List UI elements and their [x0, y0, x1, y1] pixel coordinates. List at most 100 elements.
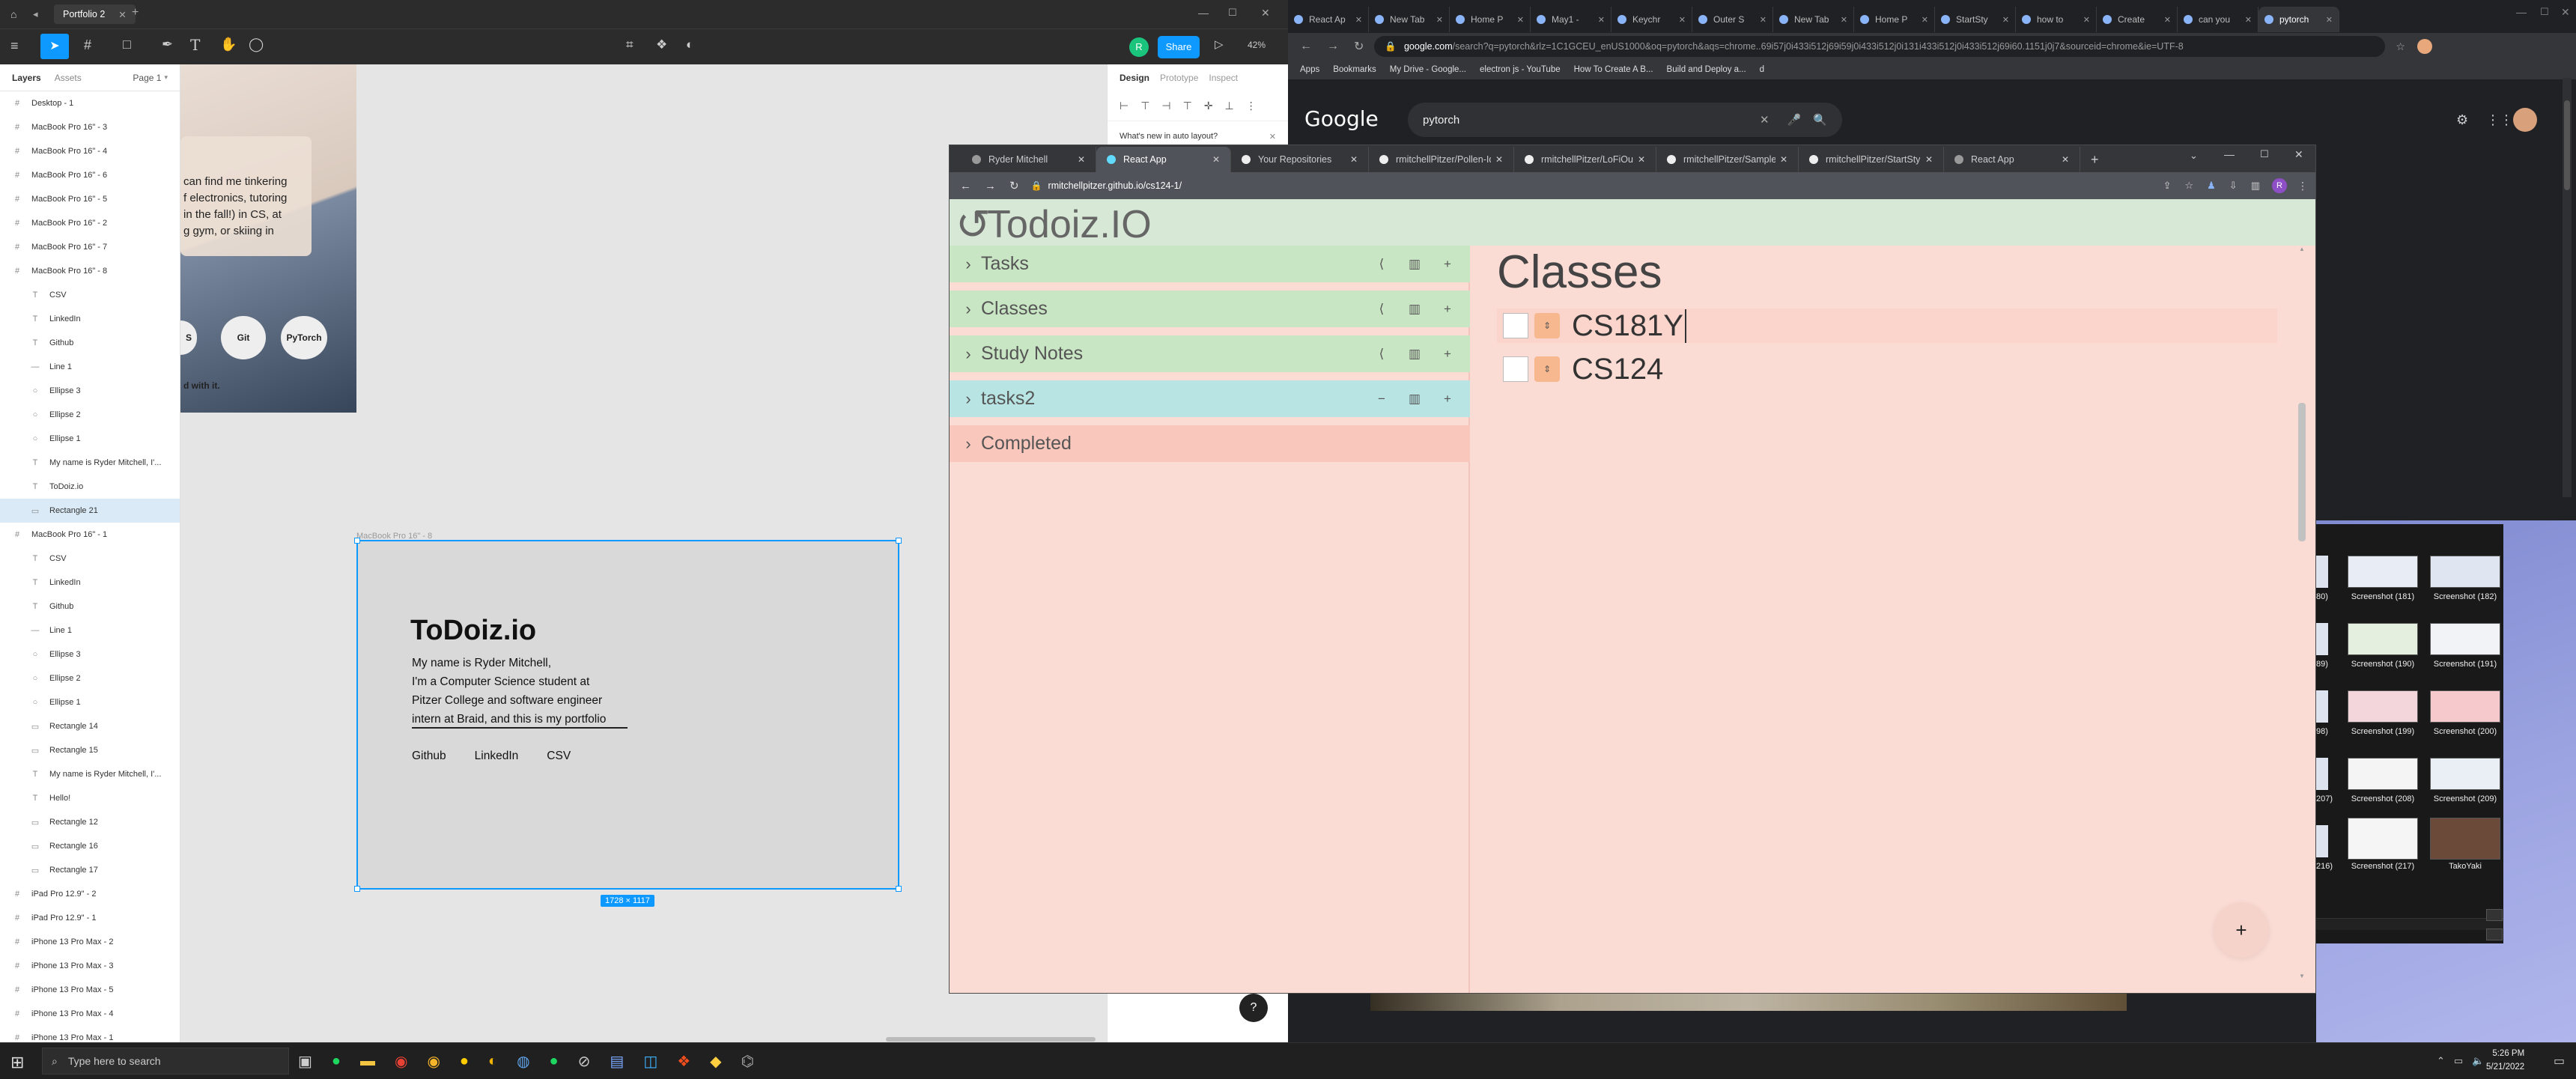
chrome-canary-icon[interactable]: ◉	[427, 1052, 440, 1071]
layer-item[interactable]: — Line 1	[0, 355, 180, 379]
google-logo[interactable]: Google	[1304, 106, 1379, 131]
close-icon[interactable]: ✕	[2002, 15, 2009, 25]
close-icon[interactable]: ✕	[1208, 154, 1220, 165]
close-window-icon[interactable]: ✕	[2294, 148, 2303, 161]
spotify-icon[interactable]: ●	[550, 1053, 559, 1070]
move-tool-icon[interactable]: ➤	[40, 34, 69, 59]
screenshot-thumbnail[interactable]	[2316, 758, 2328, 790]
layer-item[interactable]: ○ Ellipse 2	[0, 403, 180, 427]
bookmark-item[interactable]: electron js - YouTube	[1480, 65, 1561, 74]
chevron-right-icon[interactable]: ›	[956, 434, 981, 454]
back-icon[interactable]: ◂	[33, 8, 38, 20]
bookmark-star-icon[interactable]: ☆	[2396, 40, 2405, 53]
browser-tab[interactable]: rmitchellPitzer/StartSty ✕	[1799, 147, 1944, 172]
vscode-icon[interactable]: ◫	[643, 1052, 657, 1071]
layer-item[interactable]: T Github	[0, 595, 180, 618]
minimize-icon[interactable]: —	[2224, 148, 2235, 160]
layer-item[interactable]: ▭ Rectangle 21	[0, 499, 180, 523]
align-bottom-icon[interactable]: ⊥	[1225, 100, 1234, 112]
chart-icon[interactable]: ▥	[1406, 300, 1424, 318]
chevron-right-icon[interactable]: ›	[956, 344, 981, 364]
tab-layers[interactable]: Layers	[12, 73, 41, 83]
figma-icon[interactable]: ❖	[677, 1052, 690, 1071]
view-toggle-icon[interactable]	[2486, 909, 2503, 921]
layer-item[interactable]: # MacBook Pro 16" - 2	[0, 211, 180, 235]
share-icon[interactable]: ⟨	[1373, 300, 1391, 318]
browser-tab[interactable]: Ryder Mitchell ✕	[962, 147, 1096, 172]
screenshot-thumbnail[interactable]	[2430, 623, 2500, 655]
notes-icon[interactable]: ▤	[610, 1052, 624, 1071]
section-tasks2[interactable]: › tasks2 − ▥ +	[950, 380, 1470, 417]
layer-item[interactable]: T Github	[0, 331, 180, 355]
layer-item[interactable]: # MacBook Pro 16" - 3	[0, 115, 180, 139]
download-icon[interactable]: ⇩	[2229, 180, 2238, 192]
chevron-down-icon[interactable]: ▾	[164, 73, 168, 82]
align-top-icon[interactable]: ⊤	[1183, 100, 1192, 112]
plus-icon[interactable]: +	[1439, 390, 1456, 408]
layer-item[interactable]: # MacBook Pro 16" - 5	[0, 187, 180, 211]
layer-item[interactable]: T ToDoiz.io	[0, 475, 180, 499]
screenshot-thumbnail[interactable]	[2316, 623, 2328, 655]
screenshot-thumbnail[interactable]	[2430, 818, 2500, 860]
back-icon[interactable]: ←	[1300, 40, 1312, 53]
bookmark-item[interactable]: Build and Deploy a...	[1667, 65, 1746, 74]
close-window-icon[interactable]: ✕	[1261, 7, 1270, 19]
close-icon[interactable]: ✕	[1775, 154, 1787, 165]
search-icon[interactable]: 🔍	[1813, 113, 1827, 127]
layer-item[interactable]: # iPhone 13 Pro Max - 4	[0, 1002, 180, 1026]
minus-icon[interactable]: −	[1373, 390, 1391, 408]
layer-item[interactable]: # MacBook Pro 16" - 7	[0, 235, 180, 259]
screenshot-thumbnail[interactable]	[2348, 758, 2418, 790]
layer-item[interactable]: ▭ Rectangle 12	[0, 810, 180, 834]
layer-item[interactable]: # iPad Pro 12.9" - 2	[0, 882, 180, 906]
forward-icon[interactable]: →	[1327, 40, 1339, 53]
screenshot-thumbnail[interactable]	[2348, 690, 2418, 723]
page-selector[interactable]: Page 1	[133, 73, 161, 83]
item-checkbox[interactable]	[1503, 313, 1528, 338]
chevron-right-icon[interactable]: ›	[956, 255, 981, 274]
screenshot-thumbnail[interactable]	[2348, 818, 2418, 860]
close-icon[interactable]: ✕	[1491, 154, 1503, 165]
back-address-bar[interactable]: 🔒 google.com /search?q=pytorch&rlz=1C1GC…	[1374, 36, 2386, 57]
frame-tool-icon[interactable]: #	[84, 37, 91, 53]
close-window-icon[interactable]: ✕	[2561, 6, 2570, 19]
layer-item[interactable]: T CSV	[0, 547, 180, 571]
steam-icon[interactable]: ◍	[517, 1052, 529, 1071]
close-icon[interactable]: ✕	[1633, 154, 1645, 165]
close-icon[interactable]: ✕	[2164, 15, 2171, 25]
screenshot-thumbnail[interactable]	[2316, 690, 2328, 723]
share-icon[interactable]: ⟨	[1373, 255, 1391, 273]
close-icon[interactable]: ✕	[118, 9, 126, 20]
layer-item[interactable]: # iPhone 13 Pro Max - 3	[0, 954, 180, 978]
network-icon[interactable]: ▭	[2454, 1055, 2463, 1067]
plus-icon[interactable]: +	[1439, 255, 1456, 273]
explorer-scrollbar[interactable]	[2316, 918, 2503, 930]
class-item[interactable]: ⇕ CS124	[1497, 352, 2277, 386]
chart-icon[interactable]: ▥	[1406, 255, 1424, 273]
back-icon[interactable]: ←	[960, 180, 971, 192]
align-right-icon[interactable]: ⊣	[1161, 100, 1170, 112]
contrast-icon[interactable]: ◐	[686, 37, 693, 52]
section-completed[interactable]: › Completed	[950, 425, 1470, 462]
maximize-icon[interactable]: ☐	[2260, 148, 2269, 160]
help-button[interactable]: ?	[1239, 994, 1268, 1022]
layer-item[interactable]: # Desktop - 1	[0, 91, 180, 115]
browser-tab[interactable]: New Tab ✕	[1773, 7, 1854, 32]
new-tab-icon[interactable]: +	[2091, 152, 2099, 168]
chevron-right-icon[interactable]: ›	[956, 389, 981, 409]
browser-tab[interactable]: New Tab ✕	[1369, 7, 1450, 32]
priority-stepper[interactable]: ⇕	[1534, 313, 1560, 338]
app-scrollbar[interactable]: ▲ ▼	[2297, 246, 2307, 979]
spotify-icon[interactable]: ●	[332, 1053, 341, 1070]
close-icon[interactable]: ✕	[1841, 15, 1847, 25]
minimize-icon[interactable]: —	[1198, 7, 1209, 19]
component-icon[interactable]: ❖	[656, 37, 667, 52]
close-icon[interactable]: ✕	[2083, 15, 2090, 25]
close-icon[interactable]: ✕	[1355, 15, 1362, 25]
layer-item[interactable]: # iPhone 13 Pro Max - 5	[0, 978, 180, 1002]
view-toggle-icon[interactable]	[2486, 928, 2503, 940]
browser-tab[interactable]: rmitchellPitzer/Pollen-Id ✕	[1369, 147, 1514, 172]
main-menu-icon[interactable]: ≡	[10, 38, 19, 54]
app-icon[interactable]: ◆	[710, 1052, 721, 1071]
screenshot-thumbnail[interactable]	[2430, 556, 2500, 588]
